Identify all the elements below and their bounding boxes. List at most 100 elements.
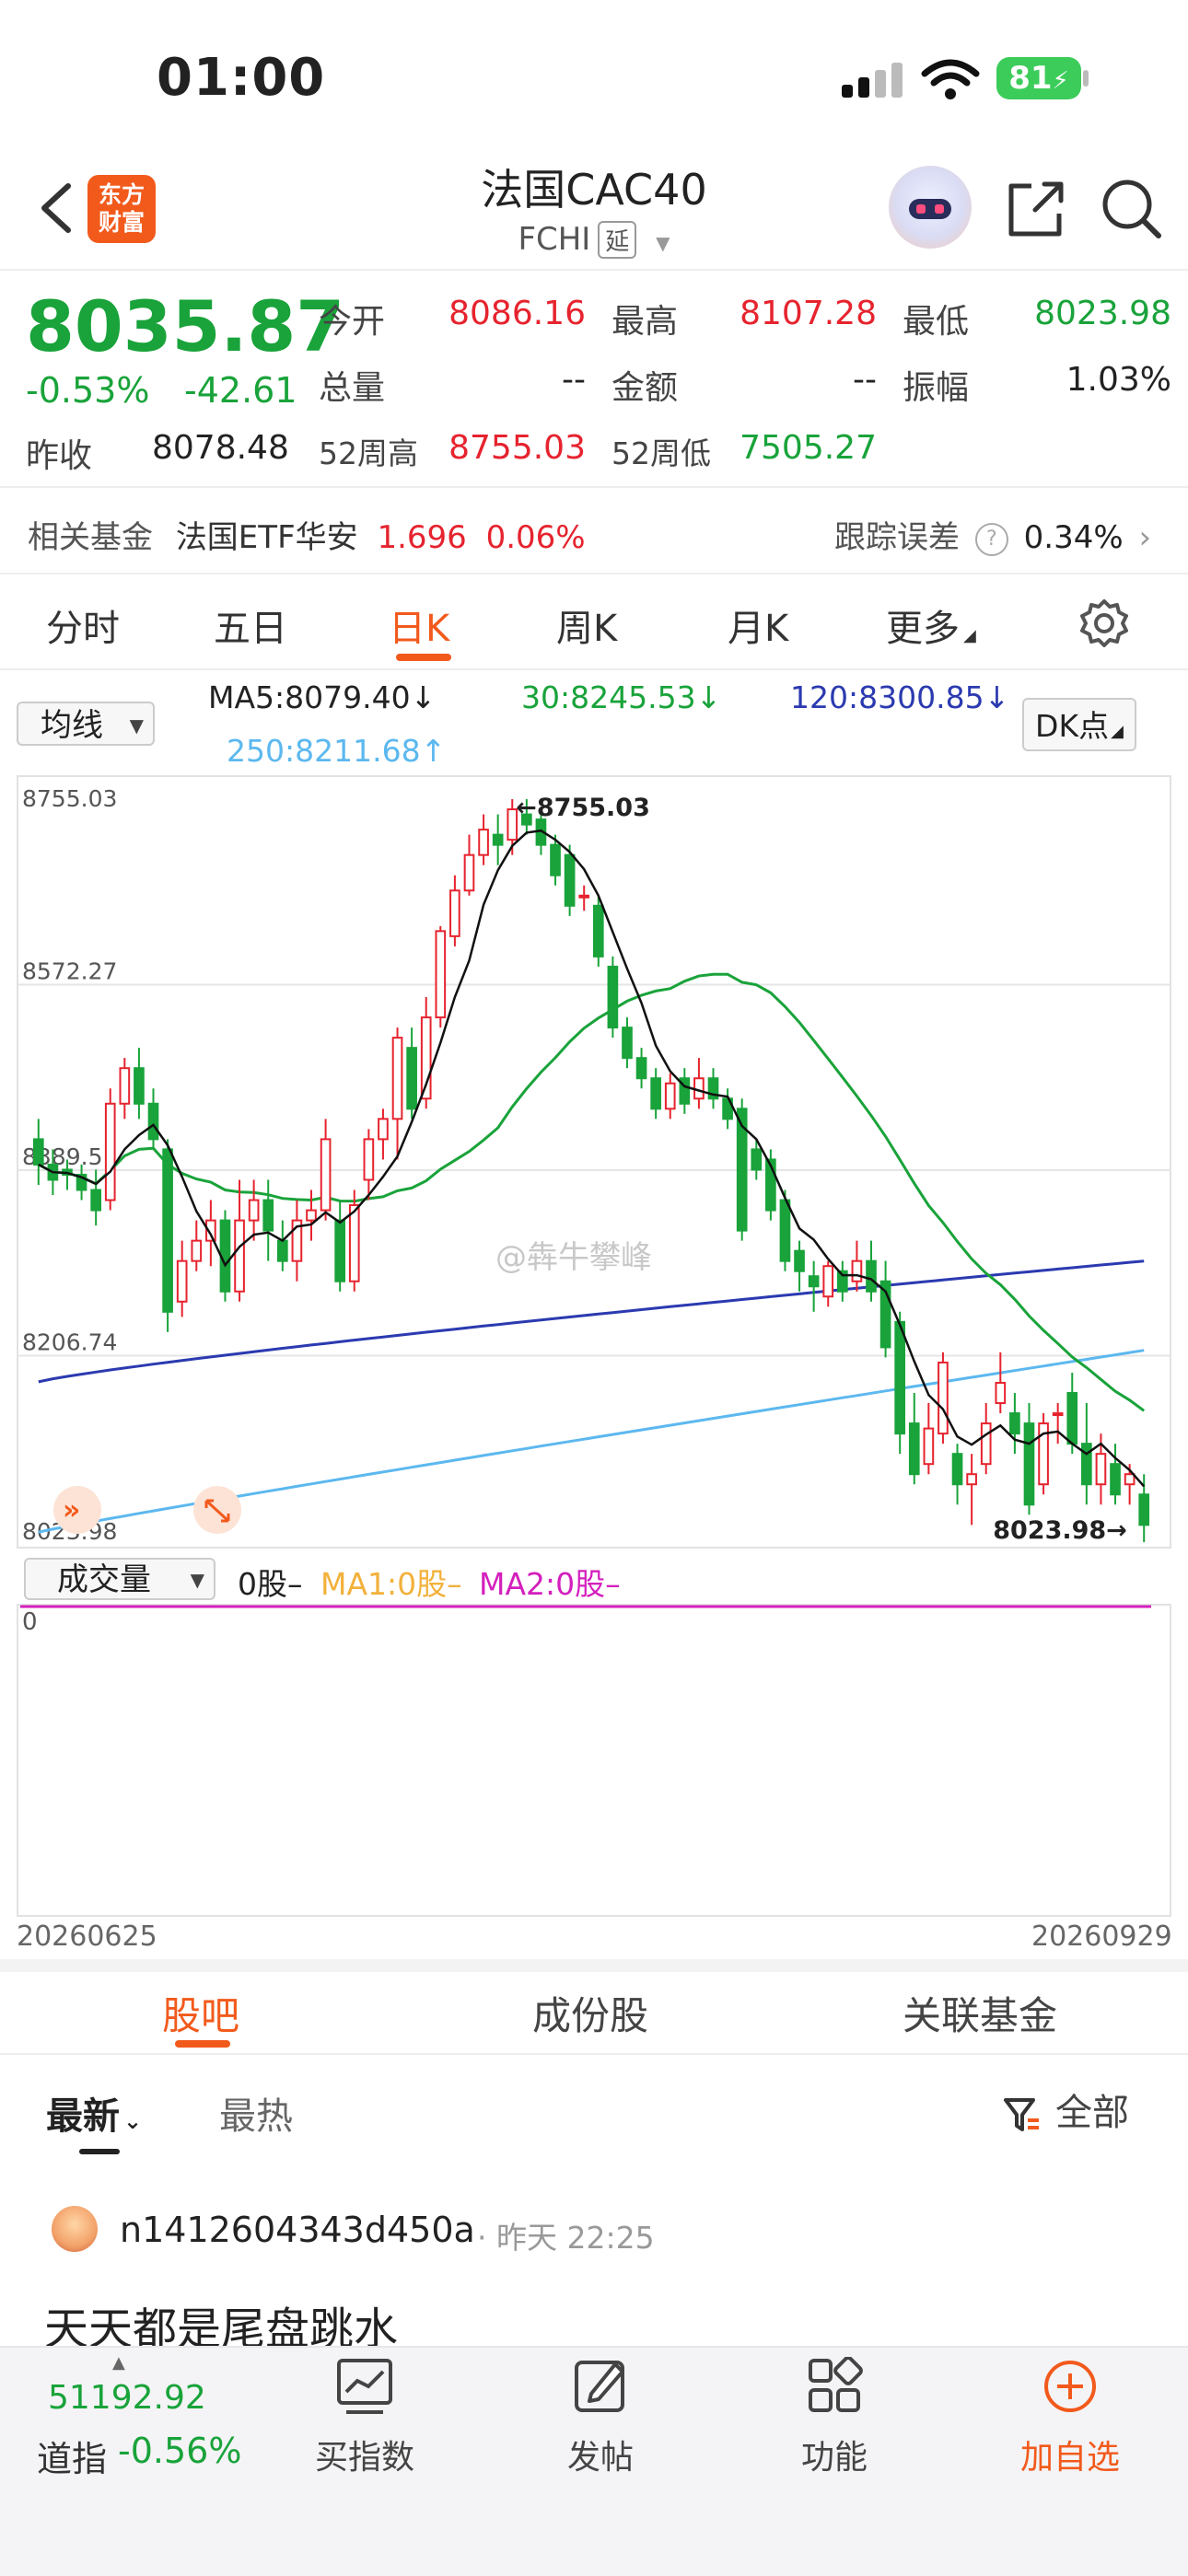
- wk52-low-label: 52周低: [611, 435, 711, 471]
- tracking-error-label: 跟踪误差: [834, 519, 960, 556]
- candle: [463, 834, 475, 896]
- candle: [966, 1454, 977, 1526]
- search-icon[interactable]: [1098, 175, 1164, 241]
- candle: [378, 1108, 389, 1160]
- amount-value: --: [853, 361, 877, 399]
- candle: [176, 1240, 188, 1317]
- delay-tag: 延: [598, 221, 637, 259]
- fund-name: 法国ETF华安: [175, 519, 358, 556]
- watermark-text: @犇牛攀峰: [495, 1239, 652, 1276]
- tab-related-funds[interactable]: 关联基金: [903, 1985, 1057, 2041]
- low-label: 最低: [903, 303, 970, 341]
- assistant-robot-icon[interactable]: [889, 166, 972, 249]
- ma5-value: MA5:8079.40↓: [208, 679, 437, 715]
- post-username[interactable]: n1412604343d450a: [120, 2210, 475, 2250]
- high-label: 最高: [611, 303, 679, 341]
- add-circle-icon: [1044, 2361, 1096, 2412]
- candle: [836, 1260, 848, 1302]
- candle: [908, 1393, 920, 1485]
- ma5-line: [38, 829, 1146, 1488]
- candle: [276, 1220, 288, 1271]
- volume-indicator-select[interactable]: 成交量 ▼: [24, 1558, 215, 1600]
- active-tab-indicator: [175, 2040, 230, 2048]
- caret-down-icon: ▼: [190, 1569, 204, 1591]
- post-time: · 昨天 22:25: [477, 2220, 655, 2256]
- nav-buy-index[interactable]: 买指数: [291, 2357, 438, 2478]
- battery-tip: [1083, 70, 1089, 87]
- candle: [406, 1027, 417, 1120]
- ma250-value: 250:8211.68↑: [227, 733, 447, 769]
- ma120-value: 120:8300.85↓: [790, 679, 1010, 715]
- ma-indicator-select[interactable]: 均线 ▼: [17, 702, 155, 746]
- volume-value: 0股–: [238, 1566, 303, 1602]
- tab-five-day[interactable]: 五日: [214, 598, 287, 652]
- chevron-down-icon: ⌄: [123, 2108, 143, 2134]
- caret-up-icon: ▲: [112, 2353, 125, 2373]
- candle: [478, 814, 489, 865]
- divider: [0, 2053, 1188, 2055]
- fullscreen-icon[interactable]: [193, 1486, 241, 1534]
- avatar[interactable]: [52, 2206, 98, 2252]
- tab-constituents[interactable]: 成份股: [532, 1985, 648, 2041]
- dk-point-button[interactable]: DK点 ◢: [1022, 698, 1136, 751]
- sort-newest[interactable]: 最新 ⌄: [46, 2086, 142, 2140]
- nav-add-watchlist[interactable]: 加自选: [996, 2357, 1144, 2478]
- tab-daily-k[interactable]: 日K: [389, 598, 449, 652]
- cellular-signal-icon: [842, 63, 903, 98]
- candle: [104, 1088, 116, 1211]
- candle: [1110, 1444, 1121, 1505]
- open-value: 8086.16: [448, 295, 586, 332]
- candle: [607, 956, 619, 1039]
- related-fund-row[interactable]: 相关基金 法国ETF华安 1.696 0.06%: [28, 512, 586, 557]
- expand-left-icon[interactable]: »: [53, 1486, 101, 1534]
- low-value: 8023.98: [1034, 295, 1171, 332]
- candle: [147, 1088, 159, 1150]
- volume-ma2: MA2:0股–: [479, 1566, 621, 1602]
- wk52-low-value: 7505.27: [740, 429, 877, 467]
- candle: [650, 1068, 661, 1120]
- prev-close-value: 8078.48: [152, 429, 289, 467]
- candle: [435, 925, 447, 1028]
- wk52-high-label: 52周高: [319, 435, 418, 471]
- volume-axis-zero: 0: [22, 1608, 38, 1636]
- nav-post[interactable]: 发帖: [527, 2357, 674, 2478]
- candle: [822, 1260, 834, 1307]
- chart-board-icon: [337, 2359, 392, 2414]
- settings-gear-icon[interactable]: [1077, 597, 1131, 650]
- active-tab-indicator: [396, 654, 451, 661]
- ma30-value: 30:8245.53↓: [521, 679, 722, 715]
- candle: [1009, 1393, 1020, 1455]
- tab-more[interactable]: 更多 ◢: [886, 598, 976, 652]
- high-value: 8107.28: [740, 295, 877, 332]
- candlestick-chart[interactable]: 8755.038572.278389.518206.748023.98@犇牛攀峰…: [17, 775, 1171, 1549]
- dow-index-change[interactable]: -0.56%: [118, 2431, 241, 2471]
- status-time: 01:00: [157, 48, 326, 108]
- candle: [578, 885, 590, 911]
- candle: [866, 1240, 877, 1302]
- tab-monthly-k[interactable]: 月K: [728, 598, 788, 652]
- sort-hottest[interactable]: 最热: [219, 2086, 293, 2140]
- candle: [262, 1179, 274, 1261]
- current-price: 8035.87: [26, 285, 345, 367]
- filter-button[interactable]: 全部: [1002, 2083, 1129, 2136]
- tab-intraday[interactable]: 分时: [46, 598, 120, 652]
- candle: [679, 1068, 691, 1114]
- candle: [162, 1139, 173, 1332]
- dow-index-name[interactable]: 道指: [37, 2431, 107, 2481]
- candle: [808, 1260, 820, 1312]
- help-icon[interactable]: ?: [974, 522, 1008, 556]
- tab-guba[interactable]: 股吧: [162, 1985, 239, 2041]
- nav-functions[interactable]: 功能: [761, 2356, 908, 2478]
- change-amount: -42.61: [184, 370, 297, 411]
- tracking-error-row[interactable]: 跟踪误差 ? 0.34% ›: [834, 512, 1151, 557]
- amplitude-label: 振幅: [903, 369, 970, 407]
- tab-weekly-k[interactable]: 周K: [556, 598, 617, 652]
- candle: [693, 1058, 705, 1109]
- candle: [248, 1179, 260, 1241]
- volume-chart[interactable]: 0: [17, 1604, 1171, 1917]
- candle: [191, 1220, 203, 1271]
- y-tick-label: 8572.27: [22, 957, 117, 984]
- dow-index-value[interactable]: 51192.92: [48, 2379, 206, 2417]
- candle: [90, 1169, 101, 1226]
- share-icon[interactable]: [1004, 177, 1068, 241]
